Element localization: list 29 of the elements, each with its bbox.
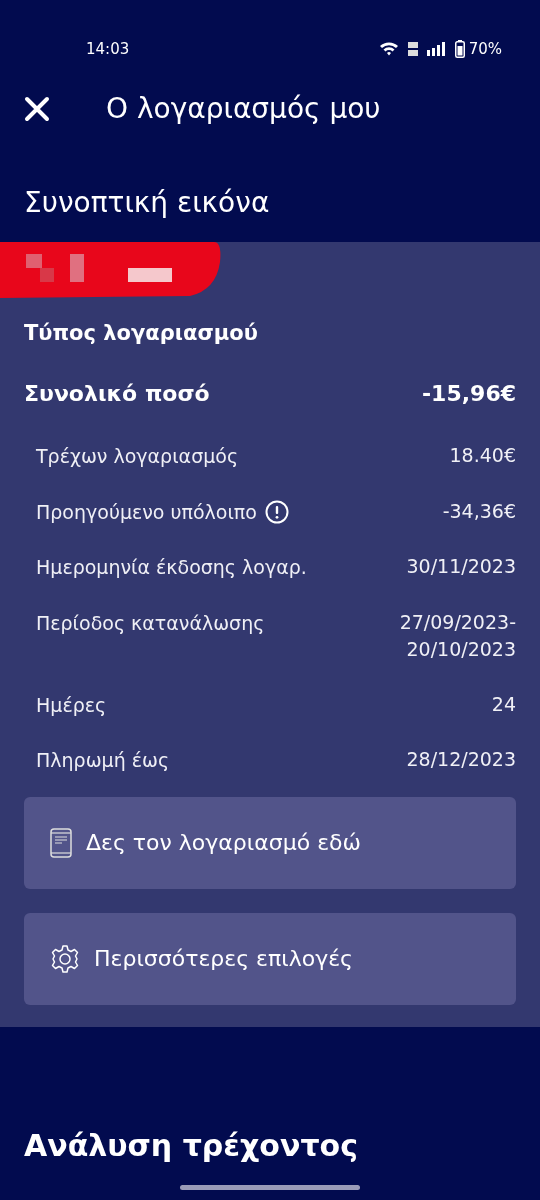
row-value: 27/09/2023- 20/10/2023 [399,609,516,663]
close-icon[interactable] [24,96,50,122]
row-value: 30/11/2023 [406,554,516,580]
row-label: Ημερομηνία έκδοσης λογαρ. [36,555,307,581]
row-label: Πληρωμή έως [36,748,170,774]
account-type: Τύπος λογαριασμού [23,319,259,347]
battery-icon [454,40,465,58]
phone-document-icon [50,827,72,858]
section-title: Ανάλυση τρέχοντος [23,1128,359,1164]
row-value: -34,36€ [442,498,516,524]
row-label: Περίοδος κατανάλωσης [36,610,265,636]
row-label: Ημέρες [36,692,107,718]
battery-level: 70% [468,38,502,60]
status-time: 14:03 [86,38,130,60]
action-button[interactable]: Περισσότερες επιλογές [24,912,516,1005]
page-title: Ο λογαριασμός μου [106,91,381,127]
total-label: Συνολικό ποσό [24,380,210,409]
total-amount: -15,96€ [421,380,516,409]
row-value: 24 [491,691,516,717]
signal-icon [426,42,447,56]
info-icon[interactable] [264,499,289,524]
section-title: Συνοπτική εικόνα [23,186,271,220]
row-label: Τρέχων λογαριασμός [36,444,239,470]
wifi-icon [378,41,399,57]
settings-icon [50,943,80,974]
row-value: 18.40€ [449,443,516,469]
action-button[interactable]: Δες τον λογαριασμό εδώ [24,796,516,889]
row-value: 28/12/2023 [406,747,516,773]
row-label: Προηγούμενο υπόλοιπο [36,499,257,525]
